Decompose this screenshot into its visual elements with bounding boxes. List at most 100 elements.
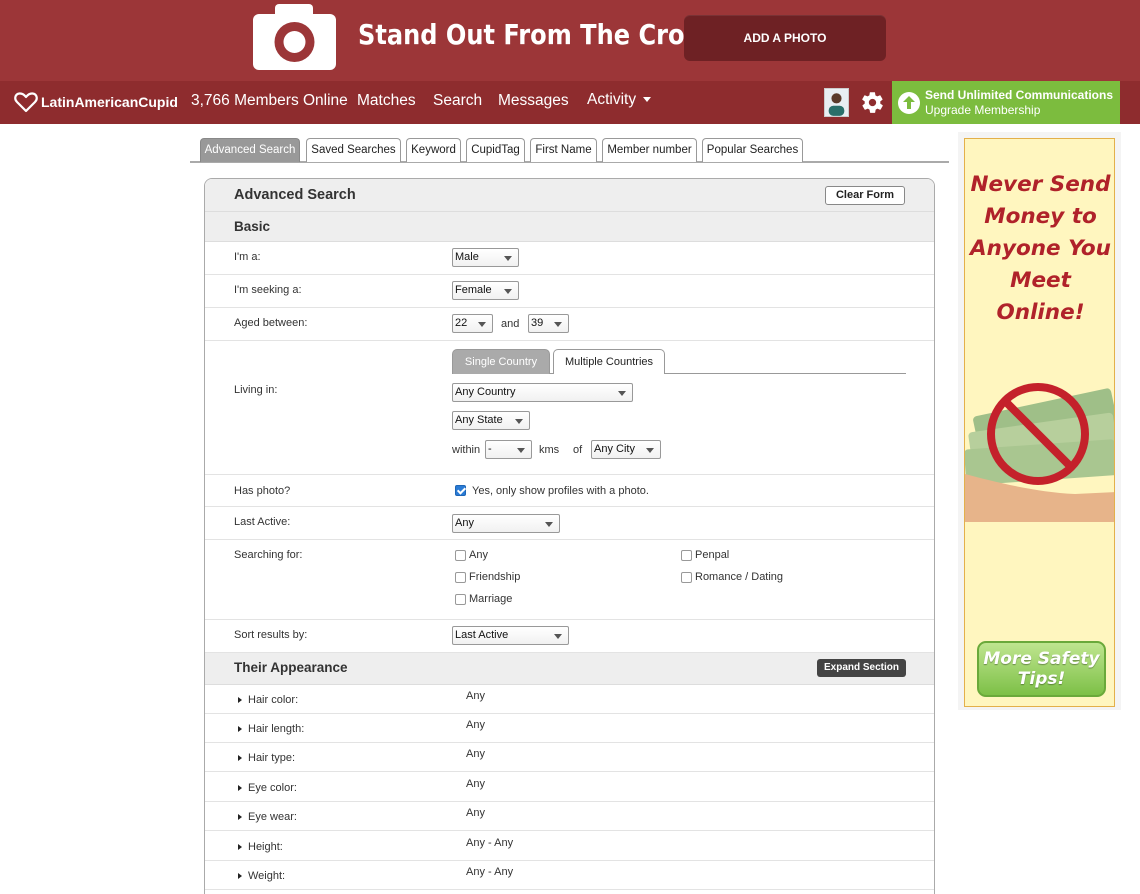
chevron-down-icon bbox=[618, 391, 626, 396]
penpal-checkbox[interactable] bbox=[681, 550, 692, 561]
appearance-heading: Their Appearance bbox=[234, 660, 348, 675]
seeking-select-value: Female bbox=[455, 284, 492, 296]
any-option-label[interactable]: Any bbox=[469, 549, 488, 561]
penpal-option-label[interactable]: Penpal bbox=[695, 549, 729, 561]
age-min-value: 22 bbox=[455, 317, 468, 329]
hair-color-label: Hair color: bbox=[248, 694, 299, 706]
sort-label: Sort results by: bbox=[234, 629, 308, 641]
hair-length-row[interactable]: Hair length: Any bbox=[205, 714, 934, 743]
tab-popular-searches[interactable]: Popular Searches bbox=[702, 138, 803, 162]
state-select-value: Any State bbox=[455, 414, 503, 426]
friendship-option-label[interactable]: Friendship bbox=[469, 571, 520, 583]
tab-keyword[interactable]: Keyword bbox=[406, 138, 461, 162]
add-photo-button[interactable]: ADD A PHOTO bbox=[684, 15, 886, 61]
sort-select-value: Last Active bbox=[455, 629, 509, 641]
clear-form-button[interactable]: Clear Form bbox=[825, 186, 905, 205]
logo-text: LatinAmericanCupid bbox=[41, 94, 178, 110]
country-tabs: Single Country Multiple Countries bbox=[452, 349, 906, 374]
eye-wear-row[interactable]: Eye wear: Any bbox=[205, 802, 934, 831]
panel-header: Advanced Search Clear Form bbox=[205, 179, 934, 212]
weight-value: Any - Any bbox=[466, 866, 514, 878]
chevron-down-icon bbox=[478, 322, 486, 327]
romance-checkbox[interactable] bbox=[681, 572, 692, 583]
country-select[interactable]: Any Country bbox=[452, 383, 633, 402]
top-nav: LatinAmericanCupid 3,766 Members Online … bbox=[0, 81, 1140, 124]
expand-section-button[interactable]: Expand Section bbox=[817, 659, 906, 677]
caret-down-icon bbox=[643, 97, 652, 103]
weight-row[interactable]: Weight: Any - Any bbox=[205, 861, 934, 890]
caret-right-icon bbox=[238, 726, 242, 732]
height-value: Any - Any bbox=[466, 837, 514, 849]
appearance-section-header: Their Appearance Expand Section bbox=[205, 653, 934, 685]
members-online-link[interactable]: 3,766 Members Online bbox=[191, 92, 348, 110]
marriage-option-label[interactable]: Marriage bbox=[469, 593, 512, 605]
kms-label: kms bbox=[539, 444, 560, 456]
city-select[interactable]: Any City bbox=[591, 440, 661, 459]
im-a-row: I'm a: Male bbox=[205, 242, 934, 275]
upgrade-line2: Upgrade Membership bbox=[925, 102, 1041, 117]
hair-type-row[interactable]: Hair type: Any bbox=[205, 743, 934, 772]
no-money-icon bbox=[965, 383, 1114, 522]
gender-select[interactable]: Male bbox=[452, 248, 519, 267]
age-min-select[interactable]: 22 bbox=[452, 314, 493, 333]
within-label: within bbox=[452, 444, 481, 456]
avatar[interactable] bbox=[824, 88, 849, 117]
eye-color-value: Any bbox=[466, 778, 485, 790]
gear-icon[interactable] bbox=[860, 90, 885, 115]
eye-color-row[interactable]: Eye color: Any bbox=[205, 773, 934, 802]
tab-single-country[interactable]: Single Country bbox=[452, 349, 550, 374]
sort-row: Sort results by: Last Active bbox=[205, 620, 934, 653]
age-max-select[interactable]: 39 bbox=[528, 314, 569, 333]
tab-advanced-search[interactable]: Advanced Search bbox=[200, 138, 300, 162]
marriage-checkbox[interactable] bbox=[455, 594, 466, 605]
eye-color-label: Eye color: bbox=[248, 782, 297, 794]
camera-icon bbox=[253, 4, 336, 70]
caret-right-icon bbox=[238, 697, 242, 703]
safety-ad[interactable]: Never Send Money to Anyone You Meet Onli… bbox=[964, 138, 1115, 707]
photo-checkbox[interactable] bbox=[455, 485, 466, 496]
nav-search[interactable]: Search bbox=[433, 92, 482, 110]
height-row[interactable]: Height: Any - Any bbox=[205, 832, 934, 861]
gender-select-value: Male bbox=[455, 251, 479, 263]
hair-type-value: Any bbox=[466, 748, 485, 760]
age-row: Aged between: 22 and 39 bbox=[205, 308, 934, 341]
search-tabs: Advanced Search Saved Searches Keyword C… bbox=[190, 138, 949, 163]
upgrade-membership-button[interactable]: Send Unlimited Communications Upgrade Me… bbox=[892, 81, 1120, 124]
seeking-select[interactable]: Female bbox=[452, 281, 519, 300]
photo-option-label[interactable]: Yes, only show profiles with a photo. bbox=[472, 485, 649, 497]
state-select[interactable]: Any State bbox=[452, 411, 530, 430]
seeking-label: I'm seeking a: bbox=[234, 284, 302, 296]
nav-matches[interactable]: Matches bbox=[357, 92, 416, 110]
tab-member-number[interactable]: Member number bbox=[602, 138, 697, 162]
tab-multiple-countries[interactable]: Multiple Countries bbox=[553, 349, 665, 374]
nav-activity[interactable]: Activity bbox=[587, 91, 652, 109]
aged-label: Aged between: bbox=[234, 317, 308, 329]
advanced-search-panel: Advanced Search Clear Form Basic I'm a: … bbox=[204, 178, 935, 894]
panel-title: Advanced Search bbox=[234, 187, 356, 203]
more-safety-tips-button[interactable]: More Safety Tips! bbox=[977, 641, 1106, 697]
ad-line-1: Never Send bbox=[970, 172, 1111, 197]
tab-saved-searches[interactable]: Saved Searches bbox=[306, 138, 401, 162]
caret-right-icon bbox=[238, 844, 242, 850]
site-logo[interactable]: LatinAmericanCupid bbox=[14, 91, 178, 113]
tab-first-name[interactable]: First Name bbox=[530, 138, 597, 162]
user-avatar-icon bbox=[825, 89, 848, 116]
of-label: of bbox=[573, 444, 583, 456]
tab-cupidtag[interactable]: CupidTag bbox=[466, 138, 525, 162]
chevron-down-icon bbox=[646, 448, 654, 453]
searching-for-row: Searching for: Any Friendship Marriage P… bbox=[205, 540, 934, 620]
last-active-select[interactable]: Any bbox=[452, 514, 560, 533]
ad-line-4: Meet Online! bbox=[996, 268, 1085, 325]
caret-right-icon bbox=[238, 785, 242, 791]
friendship-checkbox[interactable] bbox=[455, 572, 466, 583]
upgrade-line1: Send Unlimited Communications bbox=[925, 87, 1114, 102]
caret-right-icon bbox=[238, 755, 242, 761]
nav-messages[interactable]: Messages bbox=[498, 92, 569, 110]
tips-line-2: Tips! bbox=[1017, 669, 1066, 689]
sort-select[interactable]: Last Active bbox=[452, 626, 569, 645]
romance-option-label[interactable]: Romance / Dating bbox=[695, 571, 783, 583]
hair-color-row[interactable]: Hair color: Any bbox=[205, 685, 934, 714]
photo-row: Has photo? Yes, only show profiles with … bbox=[205, 475, 934, 507]
distance-select[interactable]: - bbox=[485, 440, 532, 459]
any-checkbox[interactable] bbox=[455, 550, 466, 561]
